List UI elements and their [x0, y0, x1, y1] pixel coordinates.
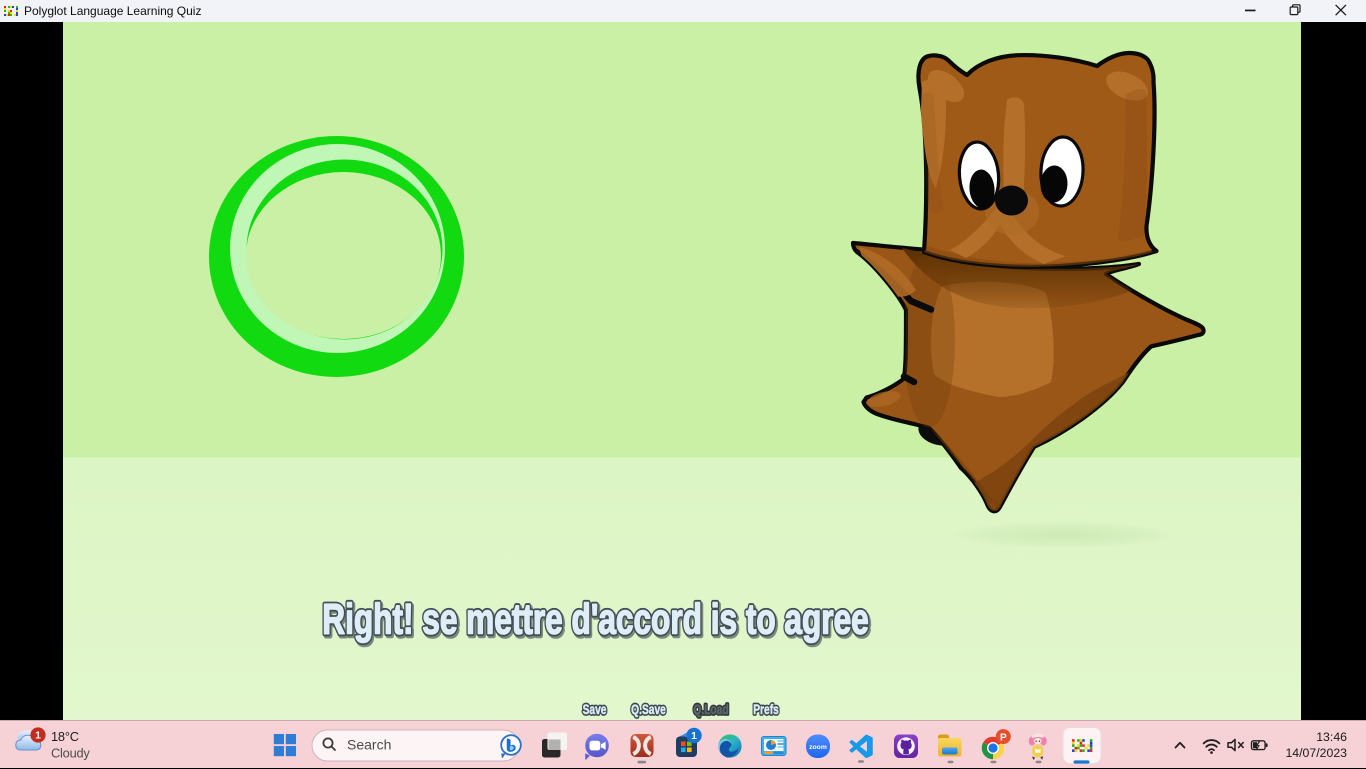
- svg-text:Q.Load: Q.Load: [693, 701, 728, 717]
- svg-text:Q.Save: Q.Save: [631, 701, 666, 717]
- svg-text:18°C: 18°C: [51, 729, 79, 744]
- svg-text:Save: Save: [583, 701, 607, 717]
- svg-text:P: P: [1000, 732, 1007, 743]
- svg-text:Search: Search: [347, 737, 391, 753]
- svg-text:zoom: zoom: [809, 744, 827, 751]
- svg-text:13:46: 13:46: [1316, 730, 1347, 744]
- svg-text:14/07/2023: 14/07/2023: [1285, 746, 1347, 760]
- svg-text:1: 1: [35, 730, 41, 742]
- svg-text:1: 1: [691, 730, 697, 742]
- svg-text:Right! se mettre d'accord is t: Right! se mettre d'accord is to agree: [322, 595, 868, 643]
- svg-text:Prefs: Prefs: [753, 701, 779, 717]
- svg-text:Cloudy: Cloudy: [51, 745, 90, 760]
